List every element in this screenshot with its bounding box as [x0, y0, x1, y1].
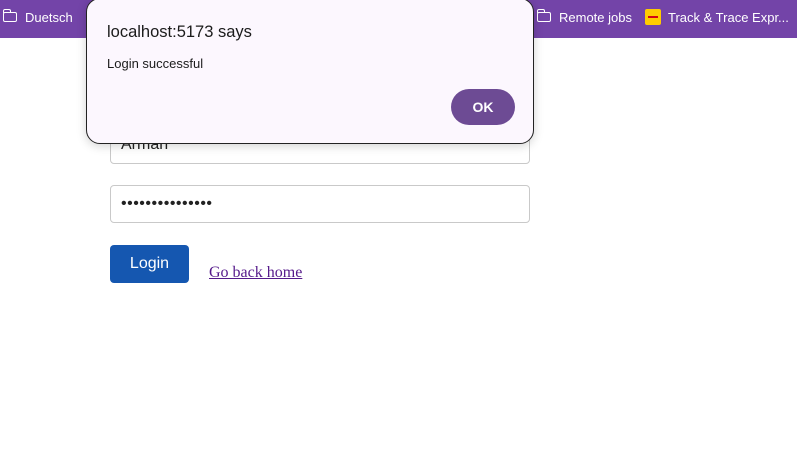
bookmark-remote-jobs[interactable]: Remote jobs — [536, 0, 632, 34]
folder-icon — [536, 9, 551, 22]
bookmark-label: Duetsch — [25, 9, 73, 25]
ok-button[interactable]: OK — [451, 89, 515, 125]
bookmark-label: Track & Trace Expr... — [668, 9, 789, 25]
alert-title: localhost:5173 says — [107, 23, 252, 41]
bookmark-label: Remote jobs — [559, 9, 632, 25]
bookmark-duetsch[interactable]: Duetsch — [2, 0, 73, 34]
bookmark-track-trace[interactable]: Track & Trace Expr... — [645, 0, 789, 34]
password-input[interactable] — [110, 185, 530, 223]
folder-icon — [2, 9, 17, 22]
alert-message: Login successful — [107, 56, 204, 71]
alert-dialog: localhost:5173 says Login successful OK — [86, 0, 534, 144]
go-back-home-link[interactable]: Go back home — [209, 264, 302, 282]
dhl-icon — [645, 9, 661, 25]
login-button[interactable]: Login — [110, 245, 189, 283]
